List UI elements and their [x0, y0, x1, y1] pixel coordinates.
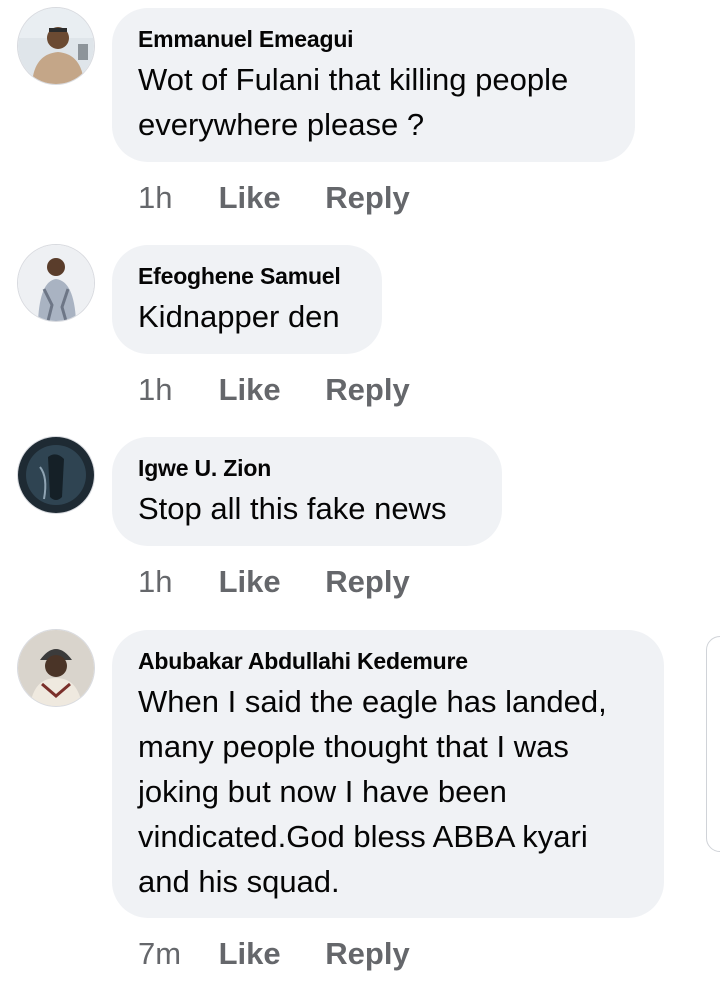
comment-text-line: Kidnapper den — [138, 299, 340, 334]
comment-timestamp: 7m — [138, 936, 182, 971]
comment-text-line: joking but now I have been — [138, 774, 507, 809]
comment-timestamp: 1h — [138, 180, 173, 215]
comment-timestamp: 1h — [138, 564, 173, 599]
comment-text: Kidnapper den — [138, 294, 356, 339]
comment-timestamp: 1h — [138, 372, 173, 407]
comment-actions: 1h Like Reply — [138, 370, 434, 410]
comment-author[interactable]: Abubakar Abdullahi Kedemure — [138, 646, 638, 676]
comment-text-line: everywhere please ? — [138, 107, 425, 142]
comment-bubble: Emmanuel Emeagui Wot of Fulani that kill… — [112, 8, 635, 162]
reply-button[interactable]: Reply — [325, 372, 409, 407]
comment-bubble: Igwe U. Zion Stop all this fake news — [112, 437, 502, 546]
like-button[interactable]: Like — [219, 936, 281, 971]
comment-text: Stop all this fake news — [138, 486, 476, 531]
comment-text-line: Wot of Fulani that killing people — [138, 62, 569, 97]
comment-author[interactable]: Igwe U. Zion — [138, 453, 476, 483]
comment-actions: 1h Like Reply — [138, 562, 434, 602]
comment-text-line: and his squad. — [138, 864, 340, 899]
avatar-photo — [18, 245, 94, 321]
avatar[interactable] — [18, 437, 94, 513]
comment-bubble: Efeoghene Samuel Kidnapper den — [112, 245, 382, 354]
avatar-photo — [18, 8, 94, 84]
like-button[interactable]: Like — [219, 372, 281, 407]
avatar[interactable] — [18, 8, 94, 84]
reply-button[interactable]: Reply — [325, 564, 409, 599]
comment-author[interactable]: Emmanuel Emeagui — [138, 24, 609, 54]
like-button[interactable]: Like — [219, 564, 281, 599]
avatar-photo — [18, 437, 94, 513]
side-panel-edge — [706, 636, 720, 852]
comment-text-line: vindicated.God bless ABBA kyari — [138, 819, 588, 854]
comment-bubble: Abubakar Abdullahi Kedemure When I said … — [112, 630, 664, 918]
reply-button[interactable]: Reply — [325, 936, 409, 971]
comment-text: Wot of Fulani that killing people everyw… — [138, 57, 609, 147]
reply-button[interactable]: Reply — [325, 180, 409, 215]
comment-text-line: many people thought that I was — [138, 729, 569, 764]
comment-text-line: When I said the eagle has landed, — [138, 684, 607, 719]
comment-author[interactable]: Efeoghene Samuel — [138, 261, 356, 291]
like-button[interactable]: Like — [219, 180, 281, 215]
avatar[interactable] — [18, 630, 94, 706]
comment-text: When I said the eagle has landed, many p… — [138, 679, 638, 904]
comment-actions: 1h Like Reply — [138, 178, 434, 218]
avatar[interactable] — [18, 245, 94, 321]
comment-text-line: Stop all this fake news — [138, 491, 447, 526]
avatar-photo — [18, 630, 94, 706]
comment-actions: 7m Like Reply — [138, 934, 434, 974]
